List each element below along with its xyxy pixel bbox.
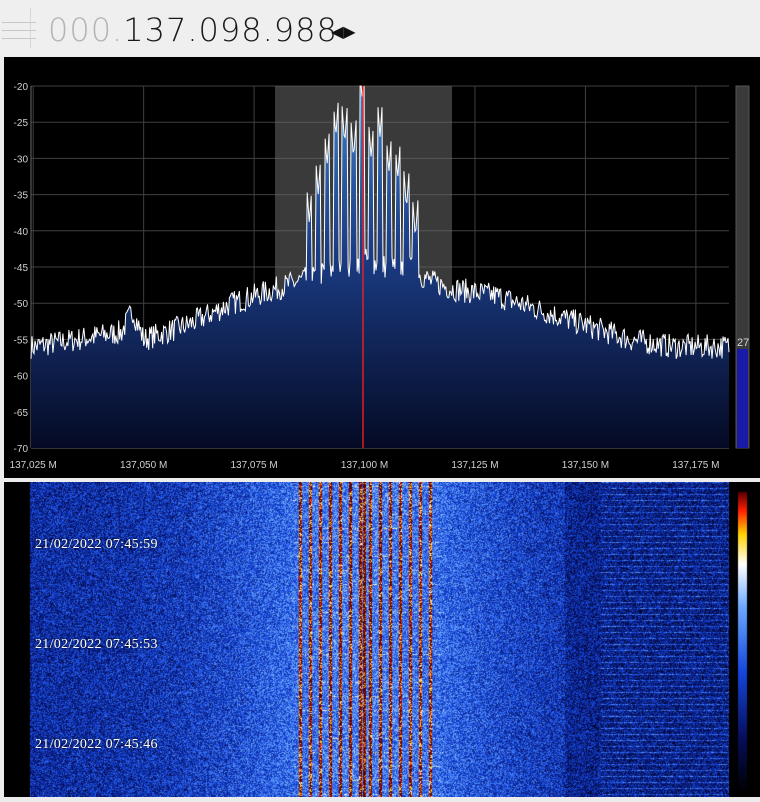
y-tick-label: -45 bbox=[14, 263, 29, 274]
y-tick-label: -70 bbox=[14, 444, 29, 455]
frequency-toolbar: 000.137.098.988 ◀▶ bbox=[0, 0, 760, 56]
frequency-main-digits[interactable]: 137.098.988 bbox=[123, 11, 338, 49]
x-tick-label: 137,100 M bbox=[341, 460, 388, 471]
x-tick-label: 137,075 M bbox=[230, 460, 277, 471]
signal-meter-value: 27 bbox=[737, 337, 749, 349]
frequency-display[interactable]: 000.137.098.988 bbox=[48, 8, 338, 52]
waterfall-panel[interactable]: 21/02/2022 07:45:59 21/02/2022 07:45:53 … bbox=[4, 482, 760, 797]
y-tick-label: -55 bbox=[14, 335, 29, 346]
y-tick-label: -35 bbox=[14, 191, 29, 202]
spectrum-panel[interactable]: -20 -25 -30 -35 -40 -45 -50 -55 -60 -65 -70 137,02… bbox=[4, 57, 760, 478]
y-tick-label: -65 bbox=[14, 408, 29, 419]
x-tick-label: 137,050 M bbox=[120, 460, 167, 471]
y-tick-label: -20 bbox=[14, 82, 29, 93]
signal-meter-bar bbox=[737, 349, 748, 448]
y-tick-label: -60 bbox=[14, 372, 29, 383]
spectrum-plot[interactable]: -20 -25 -30 -35 -40 -45 -50 -55 -60 -65 -70 137,02… bbox=[4, 57, 760, 478]
y-tick-label: -50 bbox=[14, 299, 29, 310]
y-tick-label: -30 bbox=[14, 154, 29, 165]
x-axis-ticks: 137,025 M 137,050 M 137,075 M 137,100 M 137,… bbox=[10, 460, 720, 471]
y-tick-label: -25 bbox=[14, 118, 29, 129]
x-tick-label: 137,150 M bbox=[562, 460, 609, 471]
x-tick-label: 137,125 M bbox=[451, 460, 498, 471]
y-tick-label: -40 bbox=[14, 227, 29, 238]
x-tick-label: 137,025 M bbox=[10, 460, 57, 471]
waterfall-timestamp: 21/02/2022 07:45:53 bbox=[35, 637, 158, 652]
hamburger-menu-icon[interactable] bbox=[0, 8, 38, 48]
waterfall-timestamp: 21/02/2022 07:45:46 bbox=[35, 737, 158, 752]
x-tick-label: 137,175 M bbox=[672, 460, 719, 471]
y-axis-ticks: -20 -25 -30 -35 -40 -45 -50 -55 -60 -65 -70 bbox=[14, 82, 29, 455]
step-arrows-icon[interactable]: ◀▶ bbox=[331, 22, 356, 42]
frequency-leading-digits[interactable]: 000. bbox=[48, 11, 123, 49]
waterfall-timestamp: 21/02/2022 07:45:59 bbox=[35, 537, 158, 552]
